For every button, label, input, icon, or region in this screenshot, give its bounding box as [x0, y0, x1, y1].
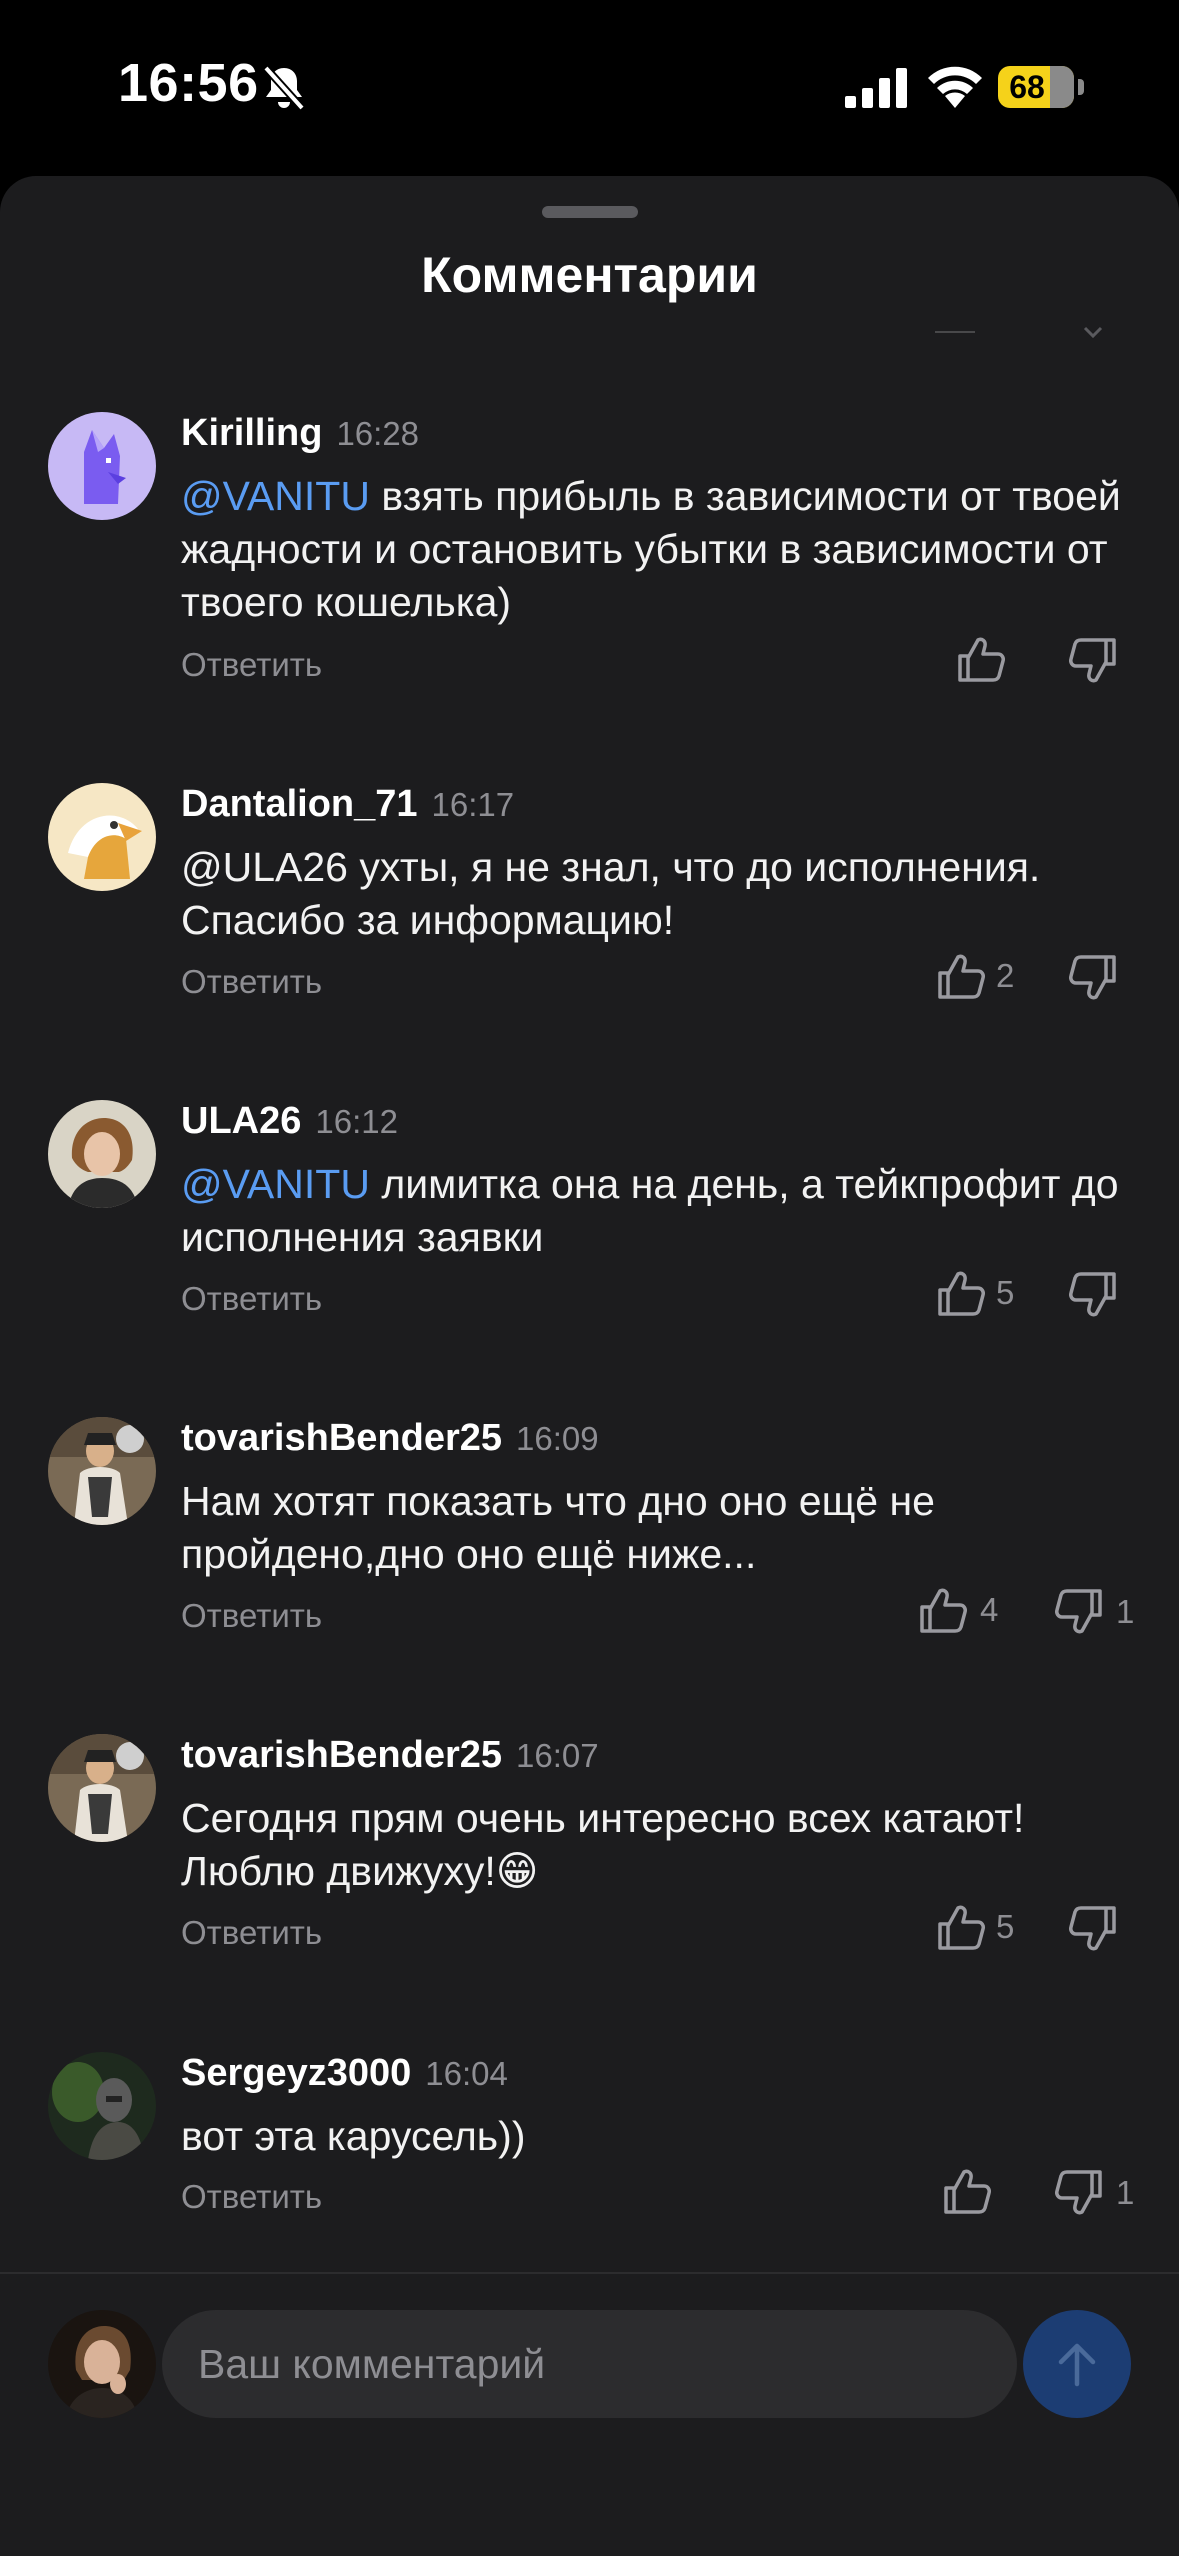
comment-author[interactable]: Kirilling — [181, 412, 322, 454]
like-count: 2 — [996, 957, 1015, 994]
reply-button[interactable]: Ответить — [181, 963, 322, 1001]
comment-time: 16:07 — [516, 1737, 599, 1774]
thumb-up-icon — [938, 1271, 985, 1316]
thumb-down-icon — [1055, 2170, 1102, 2215]
bell-off-icon — [263, 65, 305, 111]
composer-divider — [0, 2272, 1179, 2274]
mention-link[interactable]: @VANITU — [181, 1161, 370, 1207]
comment-body: вот эта карусель)) — [181, 2113, 526, 2159]
comment-header: Sergeyz3000 16:04 — [181, 2052, 508, 2104]
battery-level: 68 — [1009, 69, 1045, 105]
dislike-button[interactable] — [1066, 634, 1120, 686]
comment-time: 16:12 — [315, 1103, 398, 1140]
battery-icon: 68 — [998, 66, 1084, 108]
dislike-button[interactable] — [1066, 1902, 1120, 1954]
comment-author[interactable]: Sergeyz3000 — [181, 2052, 411, 2094]
avatar[interactable] — [48, 1734, 156, 1842]
like-button[interactable]: 2 — [934, 949, 1014, 1001]
thumb-up-icon — [938, 954, 985, 999]
comment-header: Dantalion_71 16:17 — [181, 783, 514, 835]
comment-body: Нам хотят показать что дно оно ещё не пр… — [181, 1478, 935, 1577]
like-button[interactable]: 5 — [934, 1266, 1014, 1318]
comment-header: Kirilling 16:28 — [181, 412, 419, 464]
mention-link[interactable]: @VANITU — [181, 473, 370, 519]
comment-time: 16:28 — [336, 415, 420, 452]
like-count: 5 — [996, 1908, 1015, 1945]
like-count: 4 — [980, 1591, 999, 1628]
avatar[interactable] — [48, 1417, 156, 1525]
comment-author[interactable]: Dantalion_71 — [181, 783, 418, 825]
thumb-up-icon — [938, 1905, 985, 1950]
sheet-grabber[interactable] — [542, 206, 638, 218]
like-button[interactable] — [954, 632, 1008, 684]
avatar[interactable] — [48, 412, 156, 520]
dislike-button[interactable]: 1 — [1052, 2166, 1135, 2218]
cellular-signal-icon — [845, 68, 907, 108]
avatar[interactable] — [48, 783, 156, 891]
comment-author[interactable]: ULA26 — [181, 1100, 301, 1142]
avatar[interactable] — [48, 1100, 156, 1208]
thumb-down-icon — [1069, 638, 1116, 683]
like-button[interactable] — [940, 2164, 994, 2216]
comment-text: @VANITU взять прибыль в зависимости от т… — [181, 470, 1121, 629]
thumb-up-icon — [958, 637, 1005, 682]
thumb-down-icon — [1055, 1589, 1102, 1634]
comment-text: Сегодня прям очень интересно всех катают… — [181, 1792, 1121, 1898]
reply-button[interactable]: Ответить — [181, 1914, 322, 1952]
scroll-indicator — [935, 331, 975, 333]
arrow-up-icon — [1058, 2343, 1096, 2387]
reply-button[interactable]: Ответить — [181, 646, 322, 684]
status-time: 16:56 — [118, 53, 259, 113]
comment-input[interactable] — [162, 2310, 1017, 2418]
dislike-count: 1 — [1116, 1593, 1135, 1630]
comment-text: Нам хотят показать что дно оно ещё не пр… — [181, 1475, 1121, 1581]
reply-button[interactable]: Ответить — [181, 2178, 322, 2216]
comment-author[interactable]: tovarishBender25 — [181, 1734, 502, 1776]
comment-author[interactable]: tovarishBender25 — [181, 1417, 502, 1459]
dislike-button[interactable] — [1066, 1268, 1120, 1320]
like-button[interactable]: 5 — [934, 1900, 1014, 1952]
thumb-up-icon — [944, 2169, 991, 2214]
wifi-icon — [928, 66, 982, 108]
send-button[interactable] — [1023, 2310, 1131, 2418]
dislike-count: 1 — [1116, 2174, 1135, 2211]
comment-header: tovarishBender25 16:09 — [181, 1417, 599, 1469]
thumb-down-icon — [1069, 955, 1116, 1000]
like-button[interactable]: 4 — [916, 1583, 1000, 1635]
thumb-down-icon — [1069, 1272, 1116, 1317]
comment-time: 16:17 — [431, 786, 515, 823]
reply-button[interactable]: Ответить — [181, 1280, 322, 1318]
reply-button[interactable]: Ответить — [181, 1597, 322, 1635]
comment-header: tovarishBender25 16:07 — [181, 1734, 599, 1786]
comment-text: @ULA26 ухты, я не знал, что до исполнени… — [181, 841, 1121, 947]
comments-sheet: Комментарии Kirilling 16:28 @VANITU взять… — [0, 176, 1179, 2556]
chevron-down-icon — [1083, 326, 1103, 339]
dislike-button[interactable] — [1066, 951, 1120, 1003]
comment-text: @VANITU лимитка она на день, а тейкпрофи… — [181, 1158, 1121, 1264]
comment-body: @ULA26 ухты, я не знал, что до исполнени… — [181, 844, 1041, 943]
my-avatar[interactable] — [48, 2310, 156, 2418]
thumb-up-icon — [920, 1588, 967, 1633]
comment-body: Сегодня прям очень интересно всех катают… — [181, 1795, 1025, 1894]
sheet-title: Комментарии — [421, 247, 758, 303]
avatar[interactable] — [48, 2052, 156, 2160]
thumb-down-icon — [1069, 1906, 1116, 1951]
status-bar: 16:56 68 — [0, 0, 1179, 170]
comment-header: ULA26 16:12 — [181, 1100, 398, 1152]
dislike-button[interactable]: 1 — [1052, 1585, 1135, 1637]
comment-time: 16:04 — [425, 2055, 508, 2092]
comment-text: вот эта карусель)) — [181, 2110, 1121, 2163]
like-count: 5 — [996, 1274, 1015, 1311]
comment-time: 16:09 — [516, 1420, 599, 1457]
